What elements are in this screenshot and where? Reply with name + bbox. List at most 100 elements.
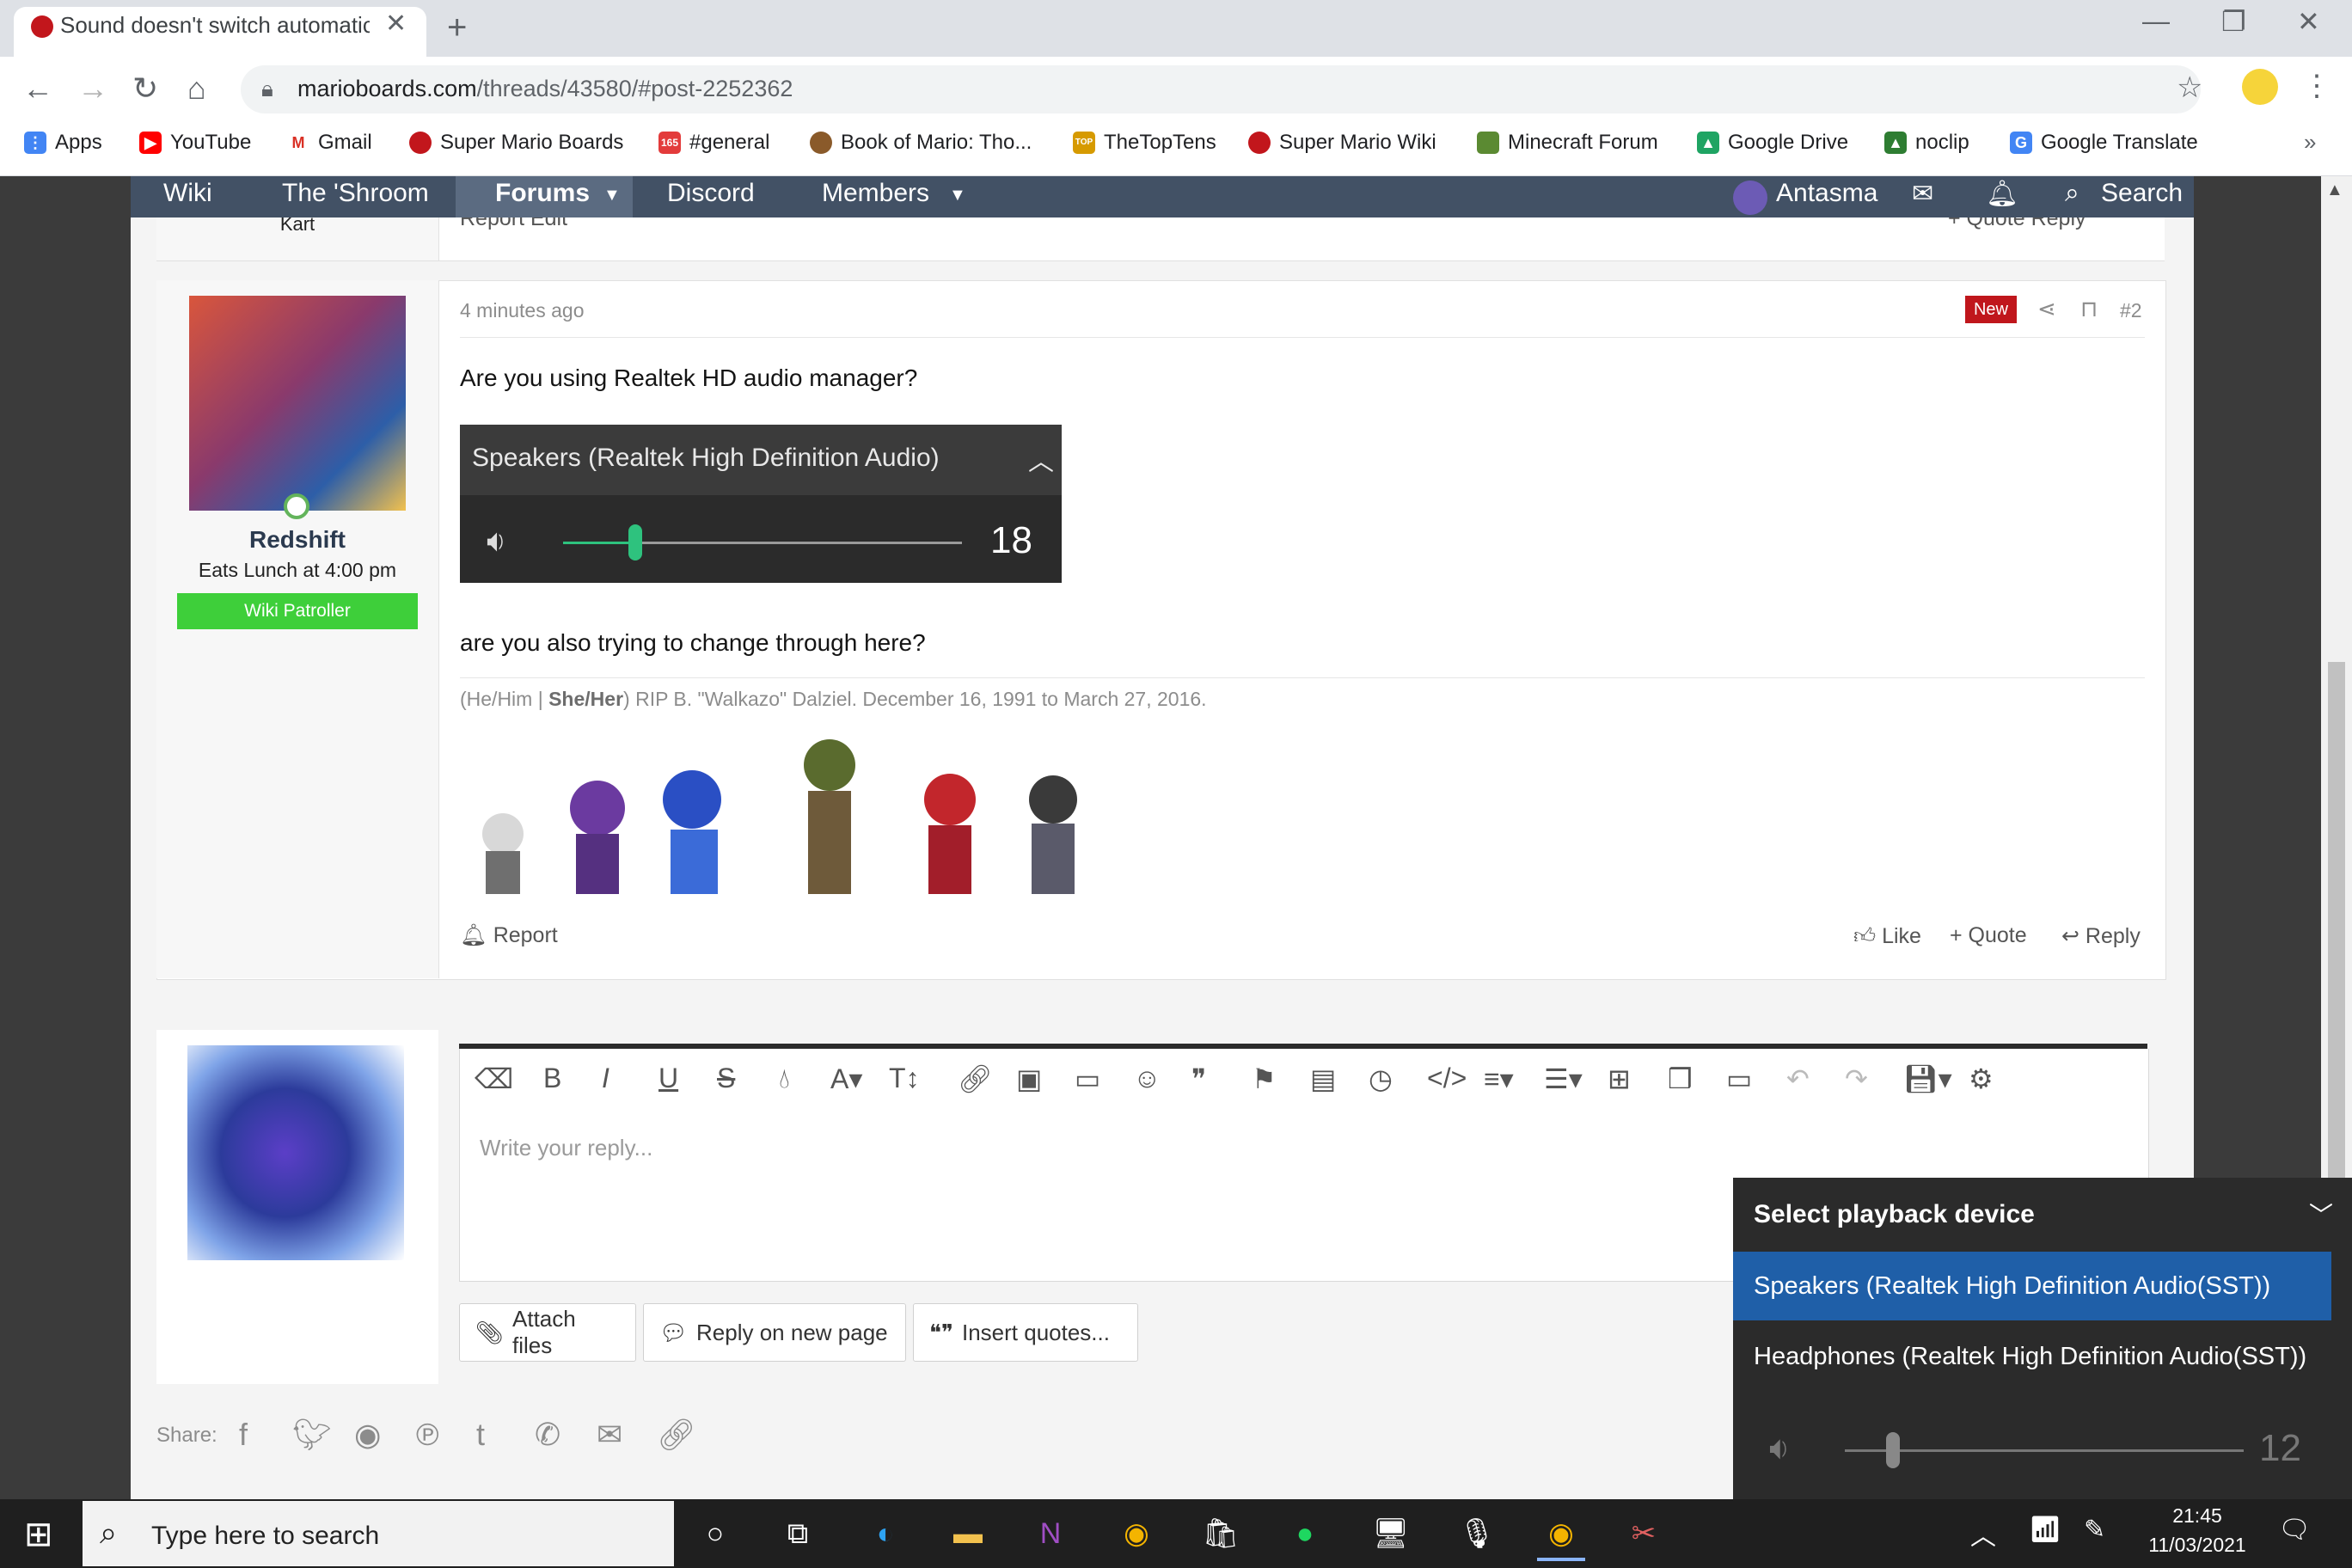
forums-dropdown-icon[interactable]: ▼: [603, 186, 621, 205]
inbox-icon[interactable]: ✉: [1912, 179, 1933, 209]
bookmark-google-translate[interactable]: G Google Translate: [2010, 131, 2198, 155]
chevron-down-icon[interactable]: ﹀: [2309, 1197, 2333, 1231]
save-draft-icon[interactable]: 💾︎▾: [1903, 1063, 1952, 1095]
email-icon[interactable]: ✉: [597, 1417, 622, 1453]
spotify-icon[interactable]: ●: [1281, 1510, 1329, 1558]
avatar[interactable]: [189, 296, 406, 511]
twitter-icon[interactable]: 🐦︎: [292, 1417, 332, 1453]
bookmark-gmail[interactable]: M Gmail: [287, 131, 372, 155]
close-tab-icon[interactable]: ✕: [385, 9, 407, 39]
alerts-bell-icon[interactable]: 🔔︎: [1986, 179, 2018, 209]
bookmark-youtube[interactable]: ▶ YouTube: [139, 131, 251, 155]
nav-discord[interactable]: Discord: [667, 179, 755, 208]
link-icon[interactable]: 🔗︎: [958, 1063, 993, 1095]
chrome-active-icon[interactable]: ◉: [1537, 1510, 1585, 1561]
search-icon[interactable]: ⌕: [2065, 179, 2079, 208]
text-color-icon[interactable]: 💧︎: [779, 1063, 790, 1095]
snipping-tool-icon[interactable]: ✂: [1620, 1510, 1668, 1558]
insert-quotes-button[interactable]: ❝❞ Insert quotes...: [913, 1303, 1138, 1362]
bold-icon[interactable]: B: [543, 1063, 561, 1094]
reload-icon[interactable]: ↻: [132, 70, 158, 107]
forward-icon[interactable]: →: [77, 70, 108, 107]
whatsapp-icon[interactable]: ✆: [535, 1417, 560, 1453]
speaker-icon[interactable]: 🔉︎: [1769, 1430, 1790, 1467]
image-icon[interactable]: ▣: [1016, 1063, 1042, 1095]
font-size-icon[interactable]: T↕: [889, 1063, 920, 1094]
bookmark-noclip[interactable]: ▲ noclip: [1884, 131, 1969, 155]
italic-icon[interactable]: I: [602, 1063, 609, 1094]
nav-the-shroom[interactable]: The 'Shroom: [282, 179, 429, 208]
show-hidden-icons-chevron-icon[interactable]: ︿: [1970, 1515, 1996, 1553]
bookmark-general[interactable]: 165 #general: [658, 131, 769, 155]
bookmark-super-mario-wiki[interactable]: Super Mario Wiki: [1248, 131, 1436, 155]
bookmark-icon[interactable]: ⊓: [2080, 296, 2098, 322]
tumblr-icon[interactable]: t: [476, 1417, 485, 1453]
computer-icon[interactable]: 🖥︎: [1367, 1510, 1415, 1558]
nav-user[interactable]: Antasma: [1776, 179, 1877, 208]
media-icon[interactable]: ▤: [1310, 1063, 1336, 1095]
more-bookmarks-icon[interactable]: »: [2304, 129, 2316, 156]
scrollbar-thumb[interactable]: [2328, 662, 2345, 1178]
store-icon[interactable]: 🛍︎: [1197, 1510, 1245, 1558]
nav-forums[interactable]: Forums: [495, 179, 590, 208]
playback-option-speakers[interactable]: Speakers (Realtek High Definition Audio(…: [1754, 1272, 2270, 1301]
font-family-icon[interactable]: A▾: [830, 1063, 862, 1095]
code-icon[interactable]: </>: [1427, 1063, 1467, 1094]
chrome-icon[interactable]: ◉: [1112, 1510, 1161, 1558]
settings-gear-icon[interactable]: ⚙: [1969, 1063, 1994, 1095]
scroll-up-icon[interactable]: ▲: [2326, 181, 2343, 200]
bookmark-star-icon[interactable]: ☆: [2177, 70, 2202, 105]
avatar[interactable]: [187, 1045, 404, 1260]
underline-icon[interactable]: U: [658, 1063, 678, 1094]
like-button[interactable]: 👍︎ Like: [1853, 923, 1921, 949]
onenote-icon[interactable]: N: [1026, 1510, 1075, 1558]
close-window-icon[interactable]: ✕: [2297, 5, 2320, 38]
bookmark-apps[interactable]: ⋮ Apps: [24, 131, 102, 155]
bookmark-super-mario-boards[interactable]: Super Mario Boards: [409, 131, 623, 155]
post-username[interactable]: Redshift: [156, 526, 438, 554]
members-dropdown-icon[interactable]: ▼: [949, 186, 966, 205]
url-text[interactable]: marioboards.com/threads/43580/#post-2252…: [297, 76, 793, 102]
volume-slider[interactable]: [1845, 1449, 2244, 1452]
insert-folder-icon[interactable]: ❒: [1668, 1063, 1693, 1095]
quote-icon[interactable]: ❞: [1191, 1063, 1206, 1095]
edge-icon[interactable]: ◐: [861, 1510, 910, 1558]
eraser-icon[interactable]: ⌫: [475, 1063, 513, 1095]
bookmark-book-of-mario[interactable]: Book of Mario: Tho...: [810, 131, 1032, 155]
minimize-icon[interactable]: —: [2142, 5, 2170, 37]
back-icon[interactable]: ←: [22, 70, 53, 107]
undo-icon[interactable]: ↶: [1786, 1063, 1810, 1095]
task-view-icon[interactable]: ⧉: [774, 1510, 822, 1558]
reddit-icon[interactable]: ◉: [354, 1417, 381, 1453]
profile-avatar-icon[interactable]: [2242, 69, 2278, 105]
user-avatar[interactable]: [1733, 181, 1767, 215]
align-icon[interactable]: ≡▾: [1484, 1063, 1514, 1095]
cortana-icon[interactable]: ○: [691, 1510, 739, 1558]
pinterest-icon[interactable]: ℗: [416, 1417, 439, 1453]
home-icon[interactable]: ⌂: [187, 70, 206, 107]
report-button[interactable]: 🔔︎ Report: [460, 923, 558, 948]
facebook-icon[interactable]: f: [239, 1417, 248, 1453]
nav-members[interactable]: Members: [822, 179, 929, 208]
notifications-icon[interactable]: 🗨︎: [2278, 1515, 2311, 1545]
lock-icon[interactable]: 🔒︎: [261, 76, 273, 103]
menu-dots-icon[interactable]: ⋮: [2302, 69, 2331, 103]
table-icon[interactable]: ⊞: [1608, 1063, 1631, 1095]
video-icon[interactable]: ▭: [1075, 1063, 1100, 1095]
quote-button[interactable]: + Quote: [1950, 923, 2027, 948]
playback-option-headphones[interactable]: Headphones (Realtek High Definition Audi…: [1754, 1343, 2306, 1371]
bookmark-minecraft-forum[interactable]: Minecraft Forum: [1477, 131, 1658, 155]
pen-icon[interactable]: ✎: [2084, 1515, 2105, 1545]
nav-search[interactable]: Search: [2101, 179, 2183, 208]
wifi-icon[interactable]: 📶︎: [2029, 1515, 2061, 1545]
new-tab-icon[interactable]: +: [447, 9, 467, 47]
link-icon[interactable]: 🔗︎: [657, 1417, 696, 1453]
post-number[interactable]: #2: [2120, 299, 2142, 322]
share-icon[interactable]: ⋖: [2037, 296, 2056, 322]
post-time[interactable]: 4 minutes ago: [460, 299, 584, 322]
microphone-icon[interactable]: 🎙︎: [1453, 1510, 1501, 1558]
file-explorer-icon[interactable]: ▬: [944, 1510, 992, 1558]
windows-start-icon[interactable]: ⊞: [24, 1515, 53, 1554]
volume-slider-thumb[interactable]: [1886, 1432, 1900, 1468]
attach-files-button[interactable]: 📎︎ Attach files: [459, 1303, 636, 1362]
